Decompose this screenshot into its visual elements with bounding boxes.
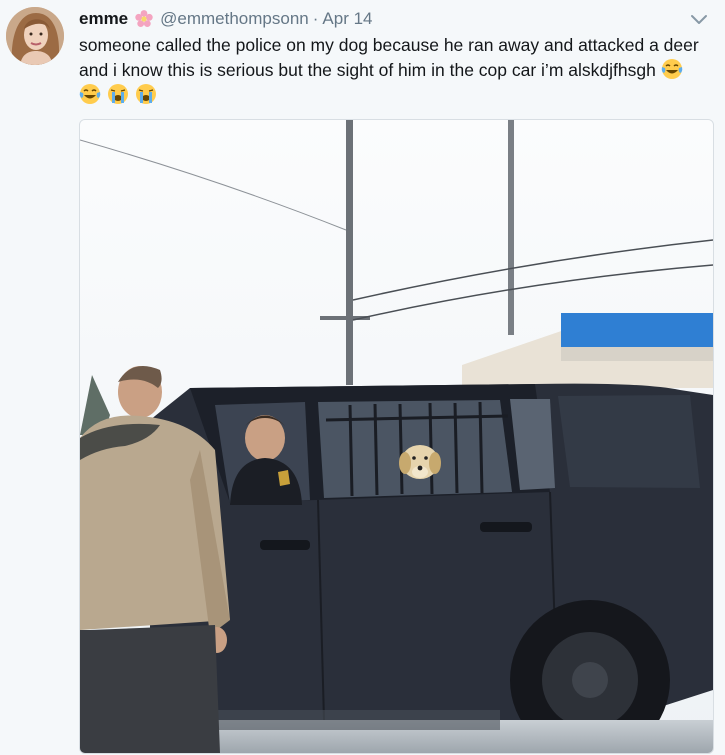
tears-of-joy-icon [79,83,101,105]
author-name[interactable]: emme [79,9,128,29]
tears-of-joy-icon [661,58,683,80]
tweet-header: emme @emmethompsonn · Apr 14 [79,8,373,30]
tweet-body: someone called the police on my dog beca… [79,35,699,80]
chevron-down-icon[interactable] [689,12,709,28]
author-handle[interactable]: @emmethompsonn [160,9,309,29]
cherry-blossom-icon [134,9,154,29]
tweet-card[interactable]: emme @emmethompsonn · Apr 14 someone cal… [0,0,725,755]
loudly-crying-icon [107,83,129,105]
timestamp[interactable]: Apr 14 [322,9,372,29]
loudly-crying-icon [135,83,157,105]
avatar[interactable] [6,7,64,65]
separator-dot: · [312,9,319,28]
tweet-text: someone called the police on my dog beca… [79,33,709,108]
tweet-photo[interactable] [79,119,714,754]
